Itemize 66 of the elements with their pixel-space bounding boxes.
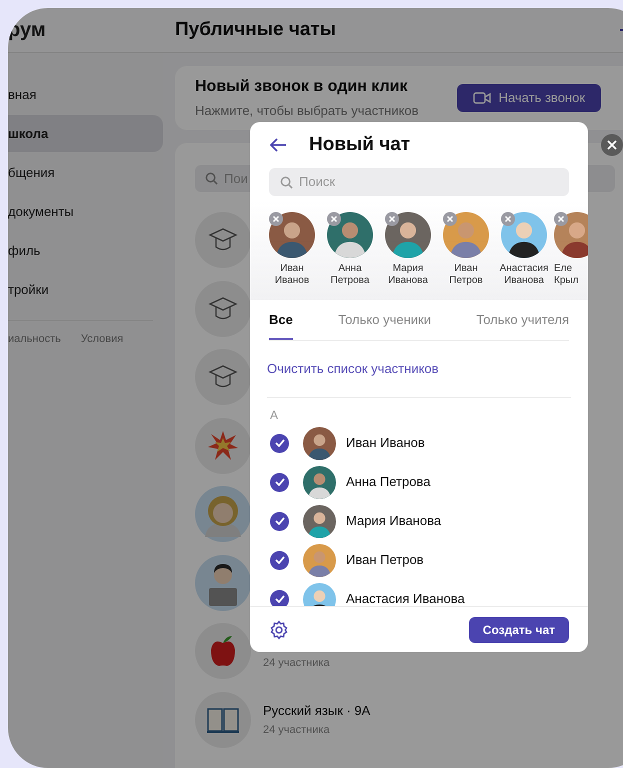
video-camera-icon bbox=[472, 92, 491, 104]
apple-icon bbox=[208, 634, 238, 668]
remove-icon[interactable] bbox=[385, 212, 399, 226]
person-first-name: Иван bbox=[454, 263, 478, 275]
chat-members: 24 участника bbox=[263, 723, 331, 738]
chat-members: 24 участника bbox=[263, 656, 330, 671]
person-last-name: Петров bbox=[449, 275, 483, 287]
sidebar-item[interactable]: тройки bbox=[8, 271, 163, 308]
participant-name: Мария Иванова bbox=[346, 512, 442, 530]
explosion-icon bbox=[207, 430, 239, 462]
remove-icon[interactable] bbox=[501, 212, 515, 226]
checkmark-icon bbox=[274, 556, 284, 564]
remove-icon[interactable] bbox=[443, 212, 457, 226]
remove-icon[interactable] bbox=[269, 212, 283, 226]
person-last-name: Иванова bbox=[388, 275, 428, 287]
footer-link[interactable]: Условия bbox=[80, 331, 124, 348]
person-last-name: Иванов bbox=[274, 275, 310, 287]
checkbox[interactable] bbox=[270, 512, 289, 530]
back-arrow-icon[interactable] bbox=[270, 138, 287, 152]
participant-name: Анастасия Иванова bbox=[346, 590, 465, 606]
dialog-title: Новый чат bbox=[309, 132, 410, 157]
checkbox[interactable] bbox=[270, 434, 289, 452]
checkmark-icon bbox=[274, 595, 284, 603]
participant-name: Иван Петров bbox=[346, 551, 424, 570]
filter-tab[interactable]: Только учителя bbox=[476, 310, 569, 340]
person-first-name: Иван bbox=[280, 263, 304, 275]
checkmark-icon bbox=[274, 517, 284, 525]
person-last-name: Крыл bbox=[554, 275, 578, 287]
search-icon bbox=[280, 176, 293, 188]
person-first-name: Анастасия bbox=[500, 263, 548, 275]
page-title: Публичные чаты bbox=[175, 18, 336, 42]
call-card[interactable]: Новый звонок в один клик Нажмите, чтобы выбрать участников Начать звонок bbox=[175, 66, 623, 130]
participant-name: Анна Петрова bbox=[346, 473, 430, 492]
search-icon bbox=[205, 172, 218, 185]
person-first-name: Еле bbox=[554, 263, 572, 275]
create-chat-button[interactable]: Создать чат bbox=[468, 616, 569, 642]
person-last-name: Петрова bbox=[330, 275, 370, 287]
call-card-subtitle: Нажмите, чтобы выбрать участников bbox=[195, 102, 419, 120]
book-icon bbox=[206, 706, 240, 734]
settings-icon[interactable] bbox=[269, 620, 289, 640]
checkmark-icon bbox=[274, 478, 284, 486]
sidebar-item[interactable]: филь bbox=[8, 232, 163, 269]
checkbox[interactable] bbox=[270, 550, 289, 570]
participant-name: Иван Иванов bbox=[346, 434, 425, 452]
close-icon bbox=[607, 140, 617, 150]
remove-icon[interactable] bbox=[327, 212, 341, 226]
sidebar-item[interactable]: вная bbox=[8, 76, 163, 113]
remove-icon[interactable] bbox=[554, 212, 568, 226]
person-last-name: Иванова bbox=[504, 275, 544, 287]
filter-tab[interactable]: Только ученики bbox=[338, 310, 431, 340]
checkbox[interactable] bbox=[270, 590, 289, 606]
checkmark-icon bbox=[274, 439, 284, 447]
close-button[interactable] bbox=[601, 134, 623, 156]
filter-tab[interactable]: Все bbox=[269, 310, 293, 340]
section-letter: А bbox=[270, 406, 280, 424]
sidebar-item[interactable]: школа bbox=[8, 115, 163, 152]
clear-participants-link[interactable]: Очистить список участников bbox=[267, 360, 439, 376]
person-first-name: Анна bbox=[338, 263, 362, 275]
footer-link[interactable]: иальность bbox=[8, 331, 61, 348]
sidebar-item[interactable]: документы bbox=[8, 193, 163, 230]
sidebar-item[interactable]: бщения bbox=[8, 154, 163, 191]
call-card-title: Новый звонок в один клик bbox=[195, 77, 409, 98]
person-first-name: Мария bbox=[392, 263, 424, 275]
chat-name: Русский язык · 9А bbox=[263, 702, 370, 720]
checkbox[interactable] bbox=[270, 472, 289, 492]
start-call-button[interactable]: Начать звонок bbox=[456, 84, 602, 112]
